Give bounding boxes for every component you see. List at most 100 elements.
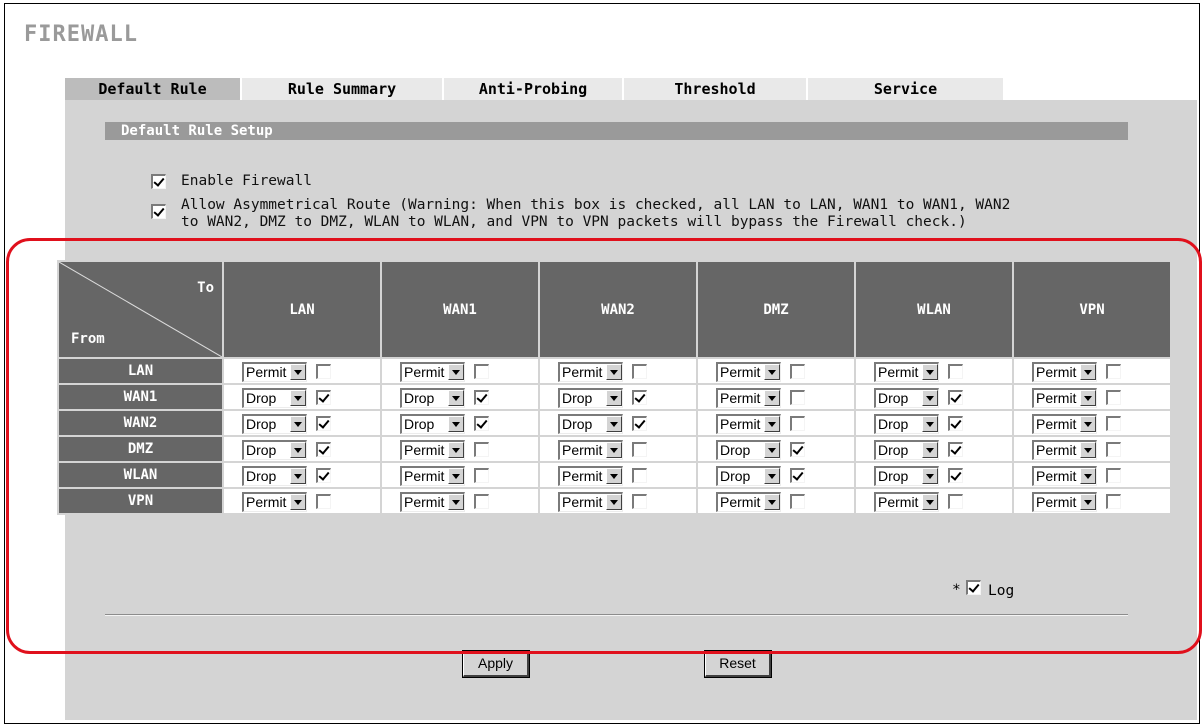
action-select[interactable]: Drop [242,388,307,408]
log-rule-checkbox[interactable] [1106,390,1121,405]
log-rule-checkbox[interactable] [948,494,963,509]
dropdown-arrow-icon[interactable] [922,416,938,432]
dropdown-arrow-icon[interactable] [922,494,938,510]
action-select[interactable]: Permit [400,440,465,460]
dropdown-arrow-icon[interactable] [448,442,464,458]
log-rule-checkbox[interactable] [632,416,647,431]
tab-service[interactable]: Service [808,78,1003,100]
log-rule-checkbox[interactable] [632,442,647,457]
action-select[interactable]: Permit [558,492,623,512]
action-select[interactable]: Drop [242,466,307,486]
action-select[interactable]: Drop [874,466,939,486]
log-rule-checkbox[interactable] [1106,468,1121,483]
log-rule-checkbox[interactable] [474,390,489,405]
action-select[interactable]: Permit [400,466,465,486]
action-select[interactable]: Permit [558,440,623,460]
action-select[interactable]: Permit [1032,466,1097,486]
action-select[interactable]: Drop [716,466,781,486]
log-rule-checkbox[interactable] [632,390,647,405]
dropdown-arrow-icon[interactable] [764,468,780,484]
dropdown-arrow-icon[interactable] [290,416,306,432]
log-rule-checkbox[interactable] [316,494,331,509]
action-select[interactable]: Permit [1032,362,1097,382]
log-rule-checkbox[interactable] [316,416,331,431]
action-select[interactable]: Drop [874,440,939,460]
dropdown-arrow-icon[interactable] [1080,416,1096,432]
action-select[interactable]: Drop [242,414,307,434]
dropdown-arrow-icon[interactable] [1080,364,1096,380]
log-rule-checkbox[interactable] [948,416,963,431]
log-rule-checkbox[interactable] [316,390,331,405]
log-rule-checkbox[interactable] [1106,416,1121,431]
action-select[interactable]: Permit [558,466,623,486]
tab-rule-summary[interactable]: Rule Summary [242,78,442,100]
log-rule-checkbox[interactable] [1106,442,1121,457]
action-select[interactable]: Permit [716,388,781,408]
dropdown-arrow-icon[interactable] [606,442,622,458]
dropdown-arrow-icon[interactable] [448,494,464,510]
action-select[interactable]: Permit [716,414,781,434]
dropdown-arrow-icon[interactable] [606,494,622,510]
dropdown-arrow-icon[interactable] [1080,494,1096,510]
dropdown-arrow-icon[interactable] [606,364,622,380]
dropdown-arrow-icon[interactable] [290,468,306,484]
log-rule-checkbox[interactable] [790,442,805,457]
dropdown-arrow-icon[interactable] [764,442,780,458]
log-rule-checkbox[interactable] [790,364,805,379]
log-rule-checkbox[interactable] [474,416,489,431]
dropdown-arrow-icon[interactable] [448,390,464,406]
action-select[interactable]: Permit [242,362,307,382]
log-checkbox[interactable] [966,580,981,595]
action-select[interactable]: Permit [716,362,781,382]
log-rule-checkbox[interactable] [1106,494,1121,509]
action-select[interactable]: Drop [874,388,939,408]
dropdown-arrow-icon[interactable] [290,364,306,380]
log-rule-checkbox[interactable] [632,494,647,509]
action-select[interactable]: Permit [558,362,623,382]
asymmetrical-route-checkbox[interactable] [151,204,166,219]
action-select[interactable]: Permit [874,492,939,512]
dropdown-arrow-icon[interactable] [290,494,306,510]
dropdown-arrow-icon[interactable] [606,390,622,406]
dropdown-arrow-icon[interactable] [448,416,464,432]
log-rule-checkbox[interactable] [316,442,331,457]
log-rule-checkbox[interactable] [948,442,963,457]
log-rule-checkbox[interactable] [474,494,489,509]
action-select[interactable]: Permit [716,492,781,512]
tab-threshold[interactable]: Threshold [624,78,806,100]
log-rule-checkbox[interactable] [474,364,489,379]
dropdown-arrow-icon[interactable] [606,416,622,432]
dropdown-arrow-icon[interactable] [764,416,780,432]
dropdown-arrow-icon[interactable] [448,468,464,484]
dropdown-arrow-icon[interactable] [922,468,938,484]
log-rule-checkbox[interactable] [474,468,489,483]
log-rule-checkbox[interactable] [474,442,489,457]
tab-default-rule[interactable]: Default Rule [65,78,240,100]
dropdown-arrow-icon[interactable] [448,364,464,380]
reset-button[interactable]: Reset [704,650,772,678]
apply-button[interactable]: Apply [462,650,530,678]
log-rule-checkbox[interactable] [790,468,805,483]
log-rule-checkbox[interactable] [316,364,331,379]
action-select[interactable]: Permit [242,492,307,512]
dropdown-arrow-icon[interactable] [1080,468,1096,484]
dropdown-arrow-icon[interactable] [290,442,306,458]
dropdown-arrow-icon[interactable] [764,494,780,510]
action-select[interactable]: Drop [400,414,465,434]
dropdown-arrow-icon[interactable] [1080,442,1096,458]
action-select[interactable]: Drop [558,388,623,408]
action-select[interactable]: Permit [1032,440,1097,460]
log-rule-checkbox[interactable] [948,468,963,483]
enable-firewall-checkbox[interactable] [151,174,166,189]
action-select[interactable]: Drop [558,414,623,434]
action-select[interactable]: Permit [400,362,465,382]
log-rule-checkbox[interactable] [790,494,805,509]
log-rule-checkbox[interactable] [632,364,647,379]
action-select[interactable]: Drop [874,414,939,434]
action-select[interactable]: Drop [400,388,465,408]
log-rule-checkbox[interactable] [1106,364,1121,379]
dropdown-arrow-icon[interactable] [922,390,938,406]
dropdown-arrow-icon[interactable] [764,390,780,406]
action-select[interactable]: Permit [874,362,939,382]
dropdown-arrow-icon[interactable] [922,364,938,380]
